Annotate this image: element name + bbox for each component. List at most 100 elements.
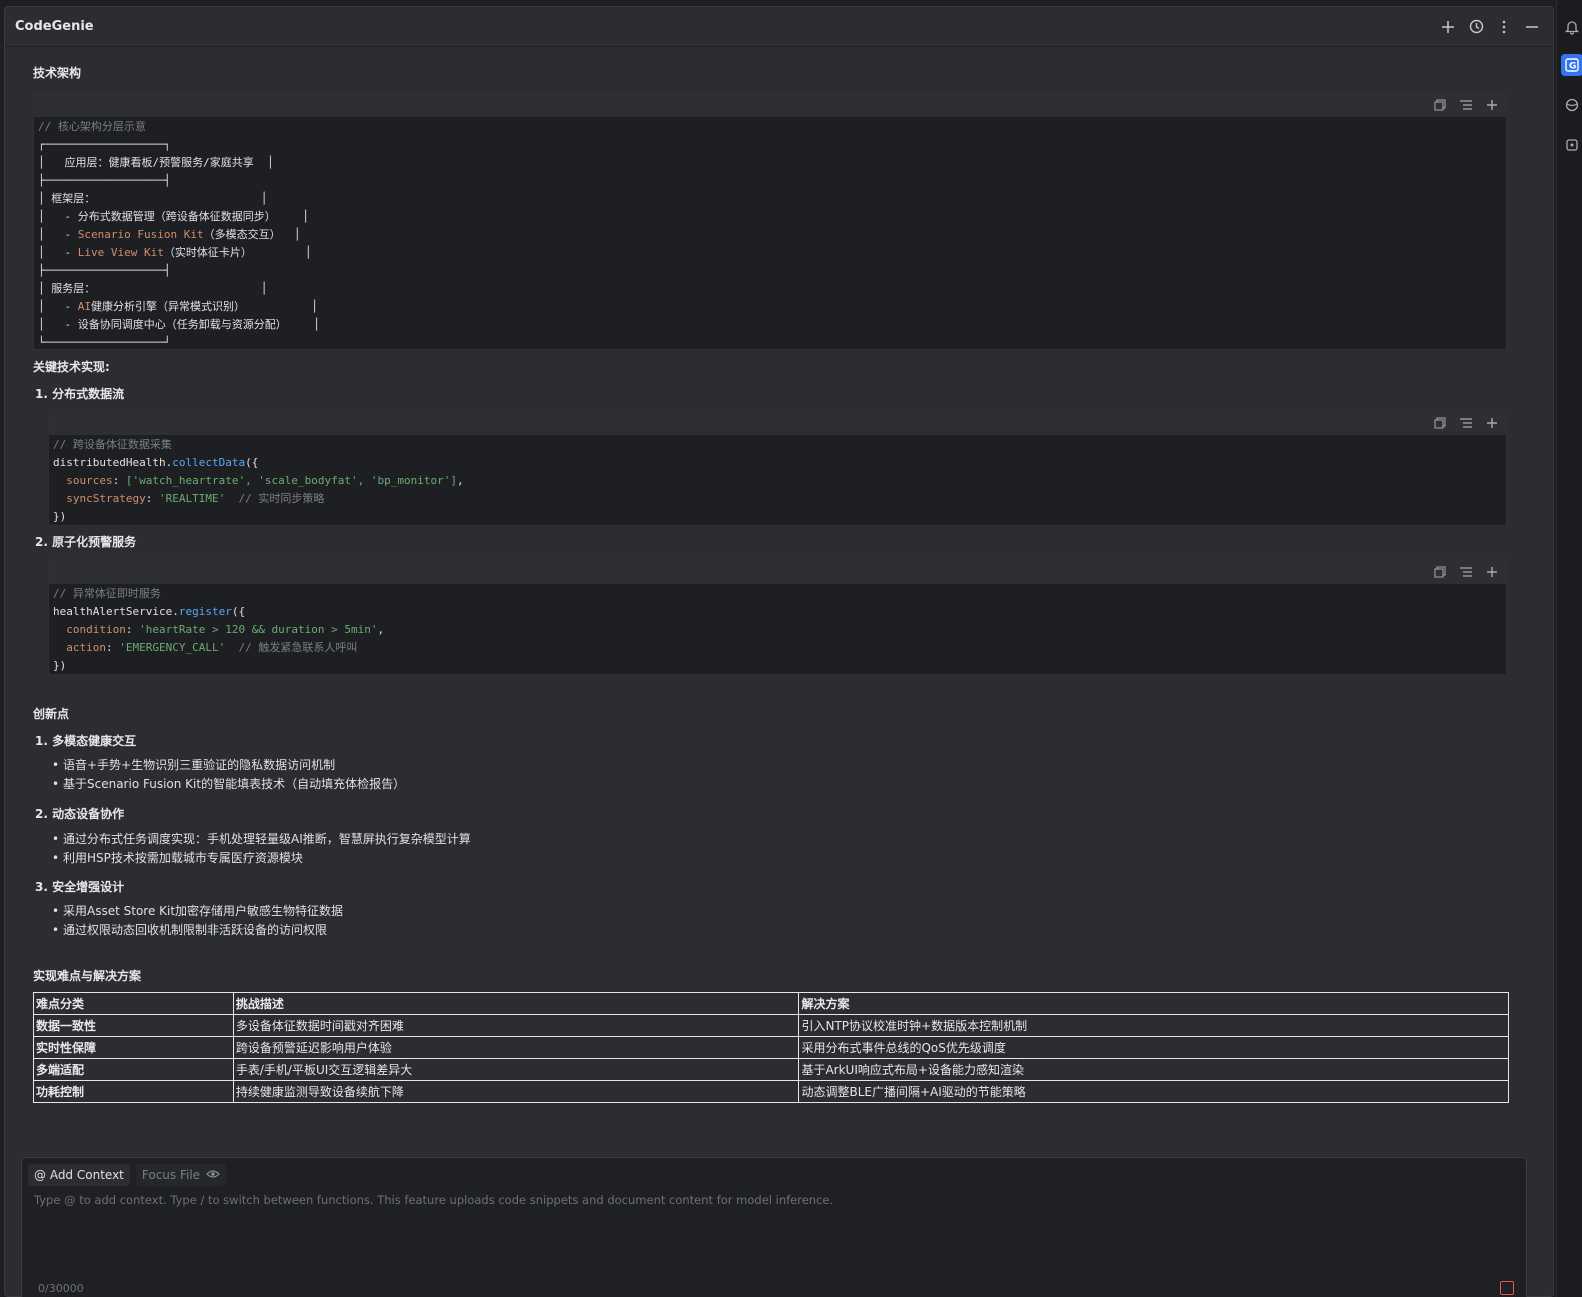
copy-icon[interactable] (1432, 415, 1448, 431)
bullet-list: 通过分布式任务调度实现：手机处理轻量级AI推断，智慧屏执行复杂模型计算 利用HS… (33, 830, 471, 868)
code-line: ├──────────────────┤ (38, 174, 171, 187)
code-line: │ - (38, 228, 78, 241)
copy-icon[interactable] (1432, 564, 1448, 580)
code-block-distributed-data: // 跨设备体征数据采集 distributedHealth.collectDa… (48, 410, 1507, 526)
code-block-header (49, 560, 1506, 584)
table-cell: 持续健康监测导致设备续航下降 (232, 1080, 800, 1103)
code-line-rest: （多模态交互） │ (203, 228, 301, 241)
add-context-button[interactable]: @ Add Context (28, 1164, 130, 1186)
code-line-rest: 健康分析引擎（异常模式识别） │ (91, 300, 318, 313)
right-activity-bar: G (1556, 0, 1582, 1297)
new-file-icon[interactable] (1484, 564, 1500, 580)
code-keyword: AI (77, 300, 91, 313)
difficulty-table: 难点分类 挑战描述 解决方案 数据一致性 多设备体征数据时间戳对齐困难 引入NT… (33, 992, 1509, 1103)
context-chips: @ Add Context Focus File (28, 1164, 227, 1186)
bell-icon[interactable] (1561, 16, 1582, 38)
code-key: sources (66, 474, 113, 487)
titlebar-tools (1437, 16, 1543, 38)
list-item: 通过权限动态回收机制限制非活跃设备的访问权限 (33, 921, 343, 940)
code-keyword: Live View Kit (77, 246, 164, 259)
code-body: // 跨设备体征数据采集 distributedHealth.collectDa… (53, 438, 464, 523)
code-line: │ - (38, 300, 78, 313)
code-punct: }) (53, 659, 67, 672)
table-header: 解决方案 (798, 992, 1509, 1015)
svg-text:G: G (1569, 62, 1576, 72)
history-icon[interactable] (1465, 16, 1487, 38)
char-counter: 0/30000 (38, 1282, 84, 1295)
code-block-architecture: // 核心架构分层示意 ┌──────────────────┐ │ 应用层：健… (33, 92, 1507, 350)
insert-icon[interactable] (1458, 97, 1474, 113)
code-line: └──────────────────┘ (38, 336, 171, 349)
table-cell: 动态调整BLE广播间隔+AI驱动的节能策略 (798, 1080, 1509, 1103)
new-file-icon[interactable] (1484, 97, 1500, 113)
code-comment: // 异常体征即时服务 (53, 587, 161, 600)
subsection-title: 2. 原子化预警服务 (35, 535, 137, 549)
copy-icon[interactable] (1432, 97, 1448, 113)
code-object: distributedHealth (53, 456, 166, 469)
subsection-title: 1. 多模态健康交互 (35, 734, 137, 748)
subsection-title: 2. 动态设备协作 (35, 807, 125, 821)
stop-icon[interactable] (1500, 1281, 1514, 1295)
code-comment: // 实时同步策略 (238, 492, 325, 505)
code-line-rest: （实时体征卡片） │ (163, 246, 312, 259)
code-key: condition (66, 623, 126, 636)
section-title-difficulty: 实现难点与解决方案 (33, 969, 142, 983)
code-line: │ - (38, 246, 78, 259)
insert-icon[interactable] (1458, 564, 1474, 580)
code-value: ['watch_heartrate', 'scale_bodyfat', 'bp… (125, 474, 457, 487)
code-comment: // 核心架构分层示意 (38, 120, 146, 133)
section-title-key-tech: 关键技术实现: (33, 360, 110, 374)
code-block-header (49, 411, 1506, 435)
focus-file-button[interactable]: Focus File (135, 1164, 227, 1186)
table-cell: 手表/手机/平板UI交互逻辑差异大 (232, 1058, 800, 1081)
table-cell: 数据一致性 (33, 1014, 234, 1037)
list-item: 基于Scenario Fusion Kit的智能填表技术（自动填充体检报告） (33, 775, 405, 794)
code-value: 'EMERGENCY_CALL' (119, 641, 226, 654)
chat-content: 技术架构 // 核心架构分层示意 ┌──────────────────┐ │ … (21, 48, 1521, 1132)
globe-icon[interactable] (1561, 94, 1582, 116)
code-punct: }) (53, 510, 67, 523)
code-block-alert-service: // 异常体征即时服务 healthAlertService.register(… (48, 559, 1507, 675)
insert-icon[interactable] (1458, 415, 1474, 431)
code-key: action (66, 641, 106, 654)
code-line: │ 服务层： │ (38, 282, 268, 295)
section-title-innovation: 创新点 (33, 707, 70, 721)
chat-input-box[interactable]: @ Add Context Focus File Type @ to add c… (21, 1157, 1527, 1297)
minimize-icon[interactable] (1521, 16, 1543, 38)
panel-titlebar: CodeGenie (5, 7, 1553, 47)
codegenie-icon[interactable]: G (1561, 54, 1582, 76)
table-cell: 引入NTP协议校准时钟+数据版本控制机制 (798, 1014, 1509, 1037)
code-block-header (34, 93, 1506, 117)
focus-file-label: Focus File (141, 1168, 201, 1182)
list-item: 利用HSP技术按需加载城市专属医疗资源模块 (33, 849, 471, 868)
new-file-icon[interactable] (1484, 415, 1500, 431)
subsection-title: 1. 分布式数据流 (35, 387, 125, 401)
bullet-list: 采用Asset Store Kit加密存储用户敏感生物特征数据 通过权限动态回收… (33, 902, 343, 940)
list-item: 采用Asset Store Kit加密存储用户敏感生物特征数据 (33, 902, 343, 921)
table-row: 功耗控制 持续健康监测导致设备续航下降 动态调整BLE广播间隔+AI驱动的节能策… (33, 1080, 1509, 1103)
add-context-label: @ Add Context (34, 1168, 124, 1182)
table-row: 多端适配 手表/手机/平板UI交互逻辑差异大 基于ArkUI响应式布局+设备能力… (33, 1058, 1509, 1081)
panel-title: CodeGenie (15, 19, 94, 34)
code-key: syncStrategy (66, 492, 146, 505)
code-method: register (178, 605, 232, 618)
code-comment: // 触发紧急联系人呼叫 (238, 641, 358, 654)
code-method: collectData (172, 456, 246, 469)
chat-input-placeholder[interactable]: Type @ to add context. Type / to switch … (34, 1193, 833, 1207)
table-header: 难点分类 (33, 992, 234, 1015)
table-row: 实时性保障 跨设备预警延迟影响用户体验 采用分布式事件总线的QoS优先级调度 (33, 1036, 1509, 1059)
table-row: 数据一致性 多设备体征数据时间戳对齐困难 引入NTP协议校准时钟+数据版本控制机… (33, 1014, 1509, 1037)
table-cell: 跨设备预警延迟影响用户体验 (232, 1036, 800, 1059)
plugin-icon[interactable] (1561, 134, 1582, 156)
table-cell: 功耗控制 (33, 1080, 234, 1103)
eye-icon[interactable] (206, 1168, 220, 1182)
code-punct: ({ (231, 605, 246, 618)
bullet-list: 语音+手势+生物识别三重验证的隐私数据访问机制 基于Scenario Fusio… (33, 756, 405, 794)
plus-icon[interactable] (1437, 16, 1459, 38)
code-line: │ - 分布式数据管理（跨设备体征数据同步） │ (38, 210, 309, 223)
more-vertical-icon[interactable] (1493, 16, 1515, 38)
table-header: 挑战描述 (232, 992, 800, 1015)
code-line: │ 框架层： │ (38, 192, 268, 205)
table-cell: 多端适配 (33, 1058, 234, 1081)
code-line: │ - 设备协同调度中心（任务卸载与资源分配） │ (38, 318, 320, 331)
